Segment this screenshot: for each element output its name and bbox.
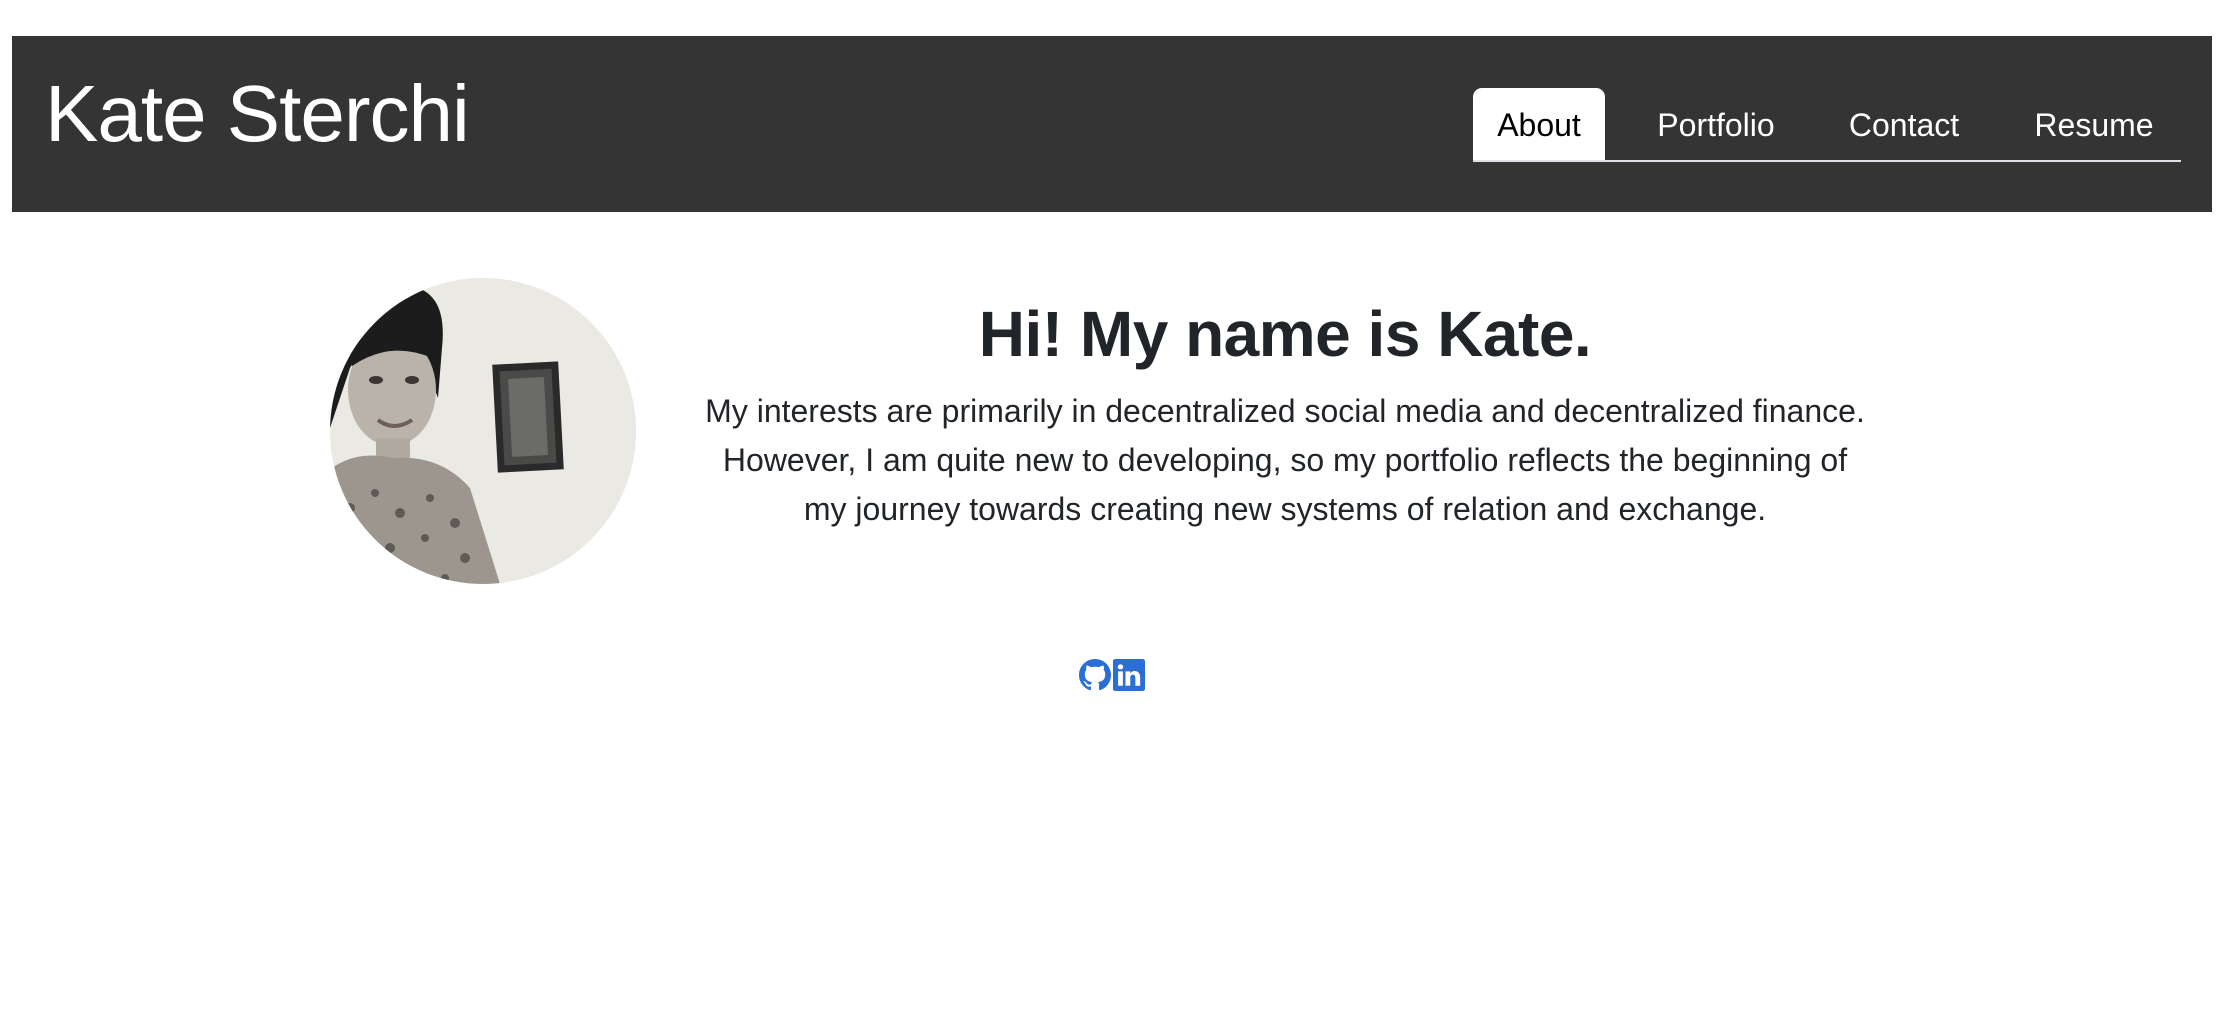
bio-line: My interests are primarily in decentrali… (705, 393, 1865, 429)
github-icon (1079, 659, 1111, 691)
profile-photo (330, 278, 636, 584)
intro-bio: My interests are primarily in decentrali… (660, 387, 1910, 534)
intro-heading: Hi! My name is Kate. (978, 298, 1592, 370)
tab-about[interactable]: About (1473, 88, 1605, 160)
site-title: Kate Sterchi (45, 69, 470, 158)
bio-line: my journey towards creating new systems … (803, 491, 1767, 527)
tab-contact[interactable]: Contact (1822, 88, 1986, 160)
tab-resume[interactable]: Resume (2010, 88, 2178, 160)
profile-photo-illustration (330, 278, 636, 584)
site-header: Kate Sterchi About Portfolio Contact Res… (12, 36, 2212, 212)
bio-line: However, I am quite new to developing, s… (722, 442, 1848, 478)
linkedin-icon (1113, 659, 1145, 691)
github-link[interactable] (1079, 658, 1111, 692)
page: Kate Sterchi About Portfolio Contact Res… (0, 0, 2238, 1012)
nav-tabs: About Portfolio Contact Resume (1473, 88, 2181, 162)
linkedin-link[interactable] (1113, 658, 1145, 692)
tab-portfolio[interactable]: Portfolio (1633, 88, 1799, 160)
social-links (1079, 658, 1145, 692)
